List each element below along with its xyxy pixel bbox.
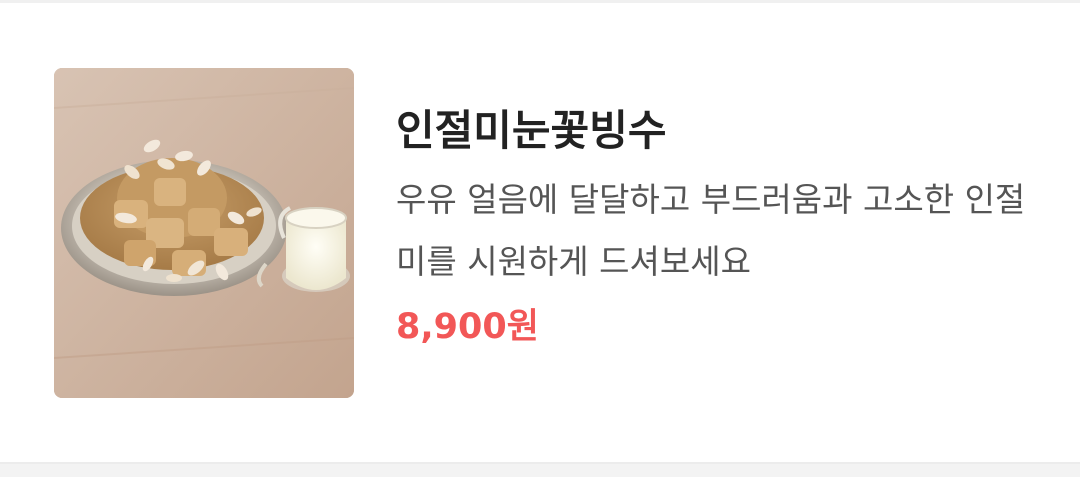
menu-item-card[interactable]: 인절미눈꽃빙수 우유 얼음에 달달하고 부드러움과 고소한 인절미를 시원하게 … — [0, 3, 1080, 462]
menu-item-description: 우유 얼음에 달달하고 부드러움과 고소한 인절미를 시원하게 드셔보세요 — [396, 180, 1026, 281]
bottom-divider — [0, 462, 1080, 477]
menu-item-photo — [54, 68, 354, 398]
menu-item-info: 인절미눈꽃빙수 우유 얼음에 달달하고 부드러움과 고소한 인절미를 시원하게 … — [396, 95, 1036, 357]
menu-item-name: 인절미눈꽃빙수 — [396, 106, 667, 155]
menu-item-price: 8,900원 — [396, 307, 539, 347]
